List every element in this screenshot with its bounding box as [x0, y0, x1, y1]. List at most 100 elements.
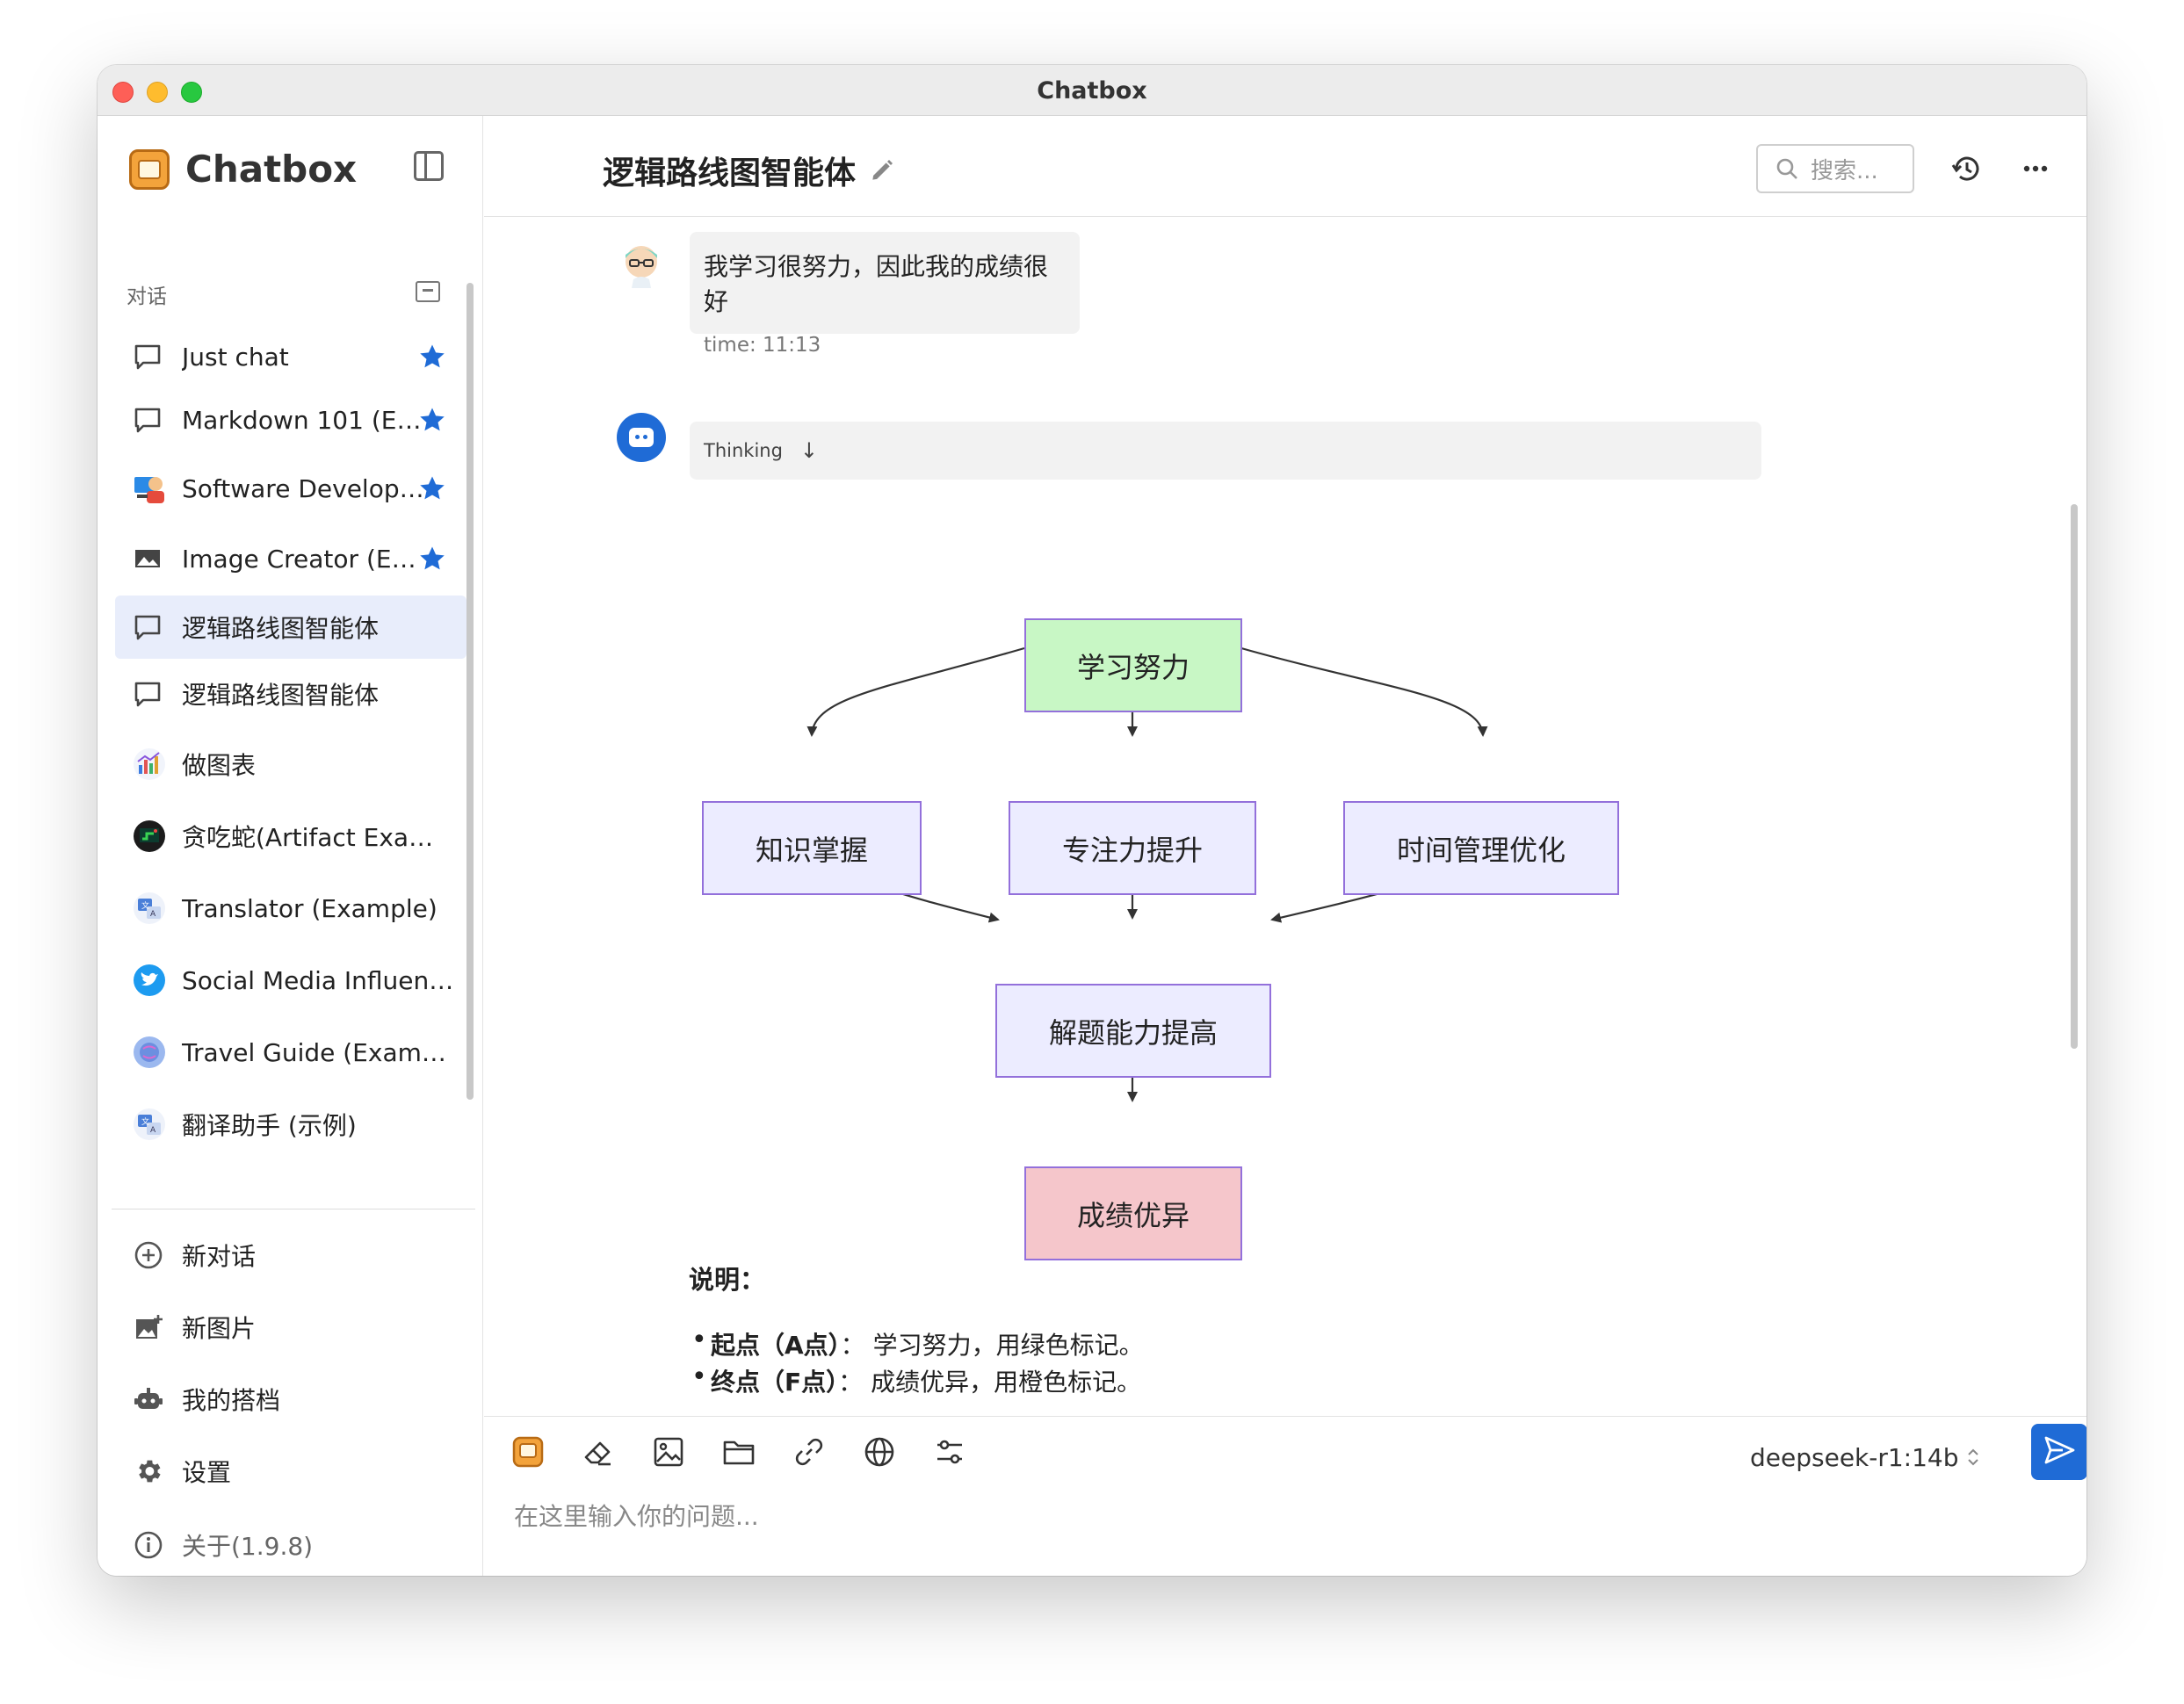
conversation-item-logic-roadmap[interactable]: 逻辑路线图智能体: [115, 662, 466, 726]
title-bar: Chatbox: [98, 65, 2086, 116]
explanation-title: 说明：: [689, 1265, 766, 1295]
bullet-term: 终点（F点）: [711, 1368, 839, 1397]
list-item: 终点（F点）： 成绩优异，用橙色标记。: [691, 1361, 1144, 1400]
chat-bubble-icon: [133, 612, 164, 644]
composer-toolbar: [509, 1433, 1001, 1471]
conversation-label: 逻辑路线图智能体: [182, 614, 380, 643]
model-name: deepseek-r1:14b: [1750, 1443, 1959, 1472]
star-icon[interactable]: [417, 473, 447, 503]
flowchart-node-problem-solving: 解题能力提高: [995, 984, 1271, 1078]
chatbox-logo-icon: [129, 148, 170, 190]
conversation-label: 逻辑路线图智能体: [182, 681, 380, 710]
menu-label: 新图片: [182, 1314, 257, 1343]
robot-icon: [133, 1383, 164, 1415]
chatbox-logo-icon[interactable]: [509, 1433, 547, 1471]
menu-label: 我的搭档: [182, 1386, 281, 1415]
conversation-label: Image Creator (Example): [182, 544, 428, 574]
collapse-sidebar-icon[interactable]: [414, 151, 444, 181]
send-button[interactable]: [2031, 1424, 2086, 1480]
brand: Chatbox: [129, 148, 357, 191]
conversation-list: Just chat Markdown 101 (Example) Softw: [115, 325, 466, 1195]
send-icon: [2042, 1433, 2077, 1471]
composer: deepseek-r1:14b 在这里输入你的问题...: [484, 1416, 2086, 1576]
conversation-item-translator[interactable]: 文A Translator (Example): [115, 877, 466, 940]
chevron-up-down-icon: [1966, 1446, 1980, 1469]
star-icon[interactable]: [417, 544, 447, 574]
conversation-item-image-creator[interactable]: Image Creator (Example): [115, 527, 466, 590]
new-image-button[interactable]: 新图片: [115, 1296, 466, 1358]
main-panel: 逻辑路线图智能体 搜索... 我学习很努力，因此我的成绩很好 time: 11:…: [484, 116, 2086, 1576]
flowchart-node-end: 成绩优异: [1024, 1166, 1242, 1260]
new-chat-button[interactable]: 新对话: [115, 1224, 466, 1286]
web-browse-icon[interactable]: [860, 1433, 899, 1471]
conversation-item-logic-roadmap-active[interactable]: 逻辑路线图智能体: [115, 596, 466, 659]
flowchart-node-focus: 专注力提升: [1009, 801, 1256, 895]
message-list: 我学习很努力，因此我的成绩很好 time: 11:13 Thinking ↓ 学…: [484, 218, 2086, 1416]
eraser-icon[interactable]: [579, 1433, 618, 1471]
twitter-avatar-icon: [133, 964, 165, 996]
archive-icon[interactable]: [416, 281, 440, 302]
image-icon: [133, 544, 164, 575]
list-item: 起点（A点）： 学习努力，用绿色标记。: [691, 1325, 1144, 1363]
search-input[interactable]: 搜索...: [1756, 144, 1914, 193]
conversation-item-just-chat[interactable]: Just chat: [115, 325, 466, 388]
my-partners-button[interactable]: 我的搭档: [115, 1368, 466, 1430]
svg-text:文: 文: [141, 900, 149, 911]
conversation-item-markdown[interactable]: Markdown 101 (Example): [115, 388, 466, 451]
conversation-label: Markdown 101 (Example): [182, 405, 428, 435]
bullet-desc: 成绩优异，用橙色标记。: [871, 1368, 1142, 1397]
settings-sliders-icon[interactable]: [930, 1433, 969, 1471]
message-input[interactable]: 在这里输入你的问题...: [514, 1498, 759, 1533]
conversation-item-charts[interactable]: 做图表: [115, 733, 466, 796]
search-icon: [1775, 157, 1798, 180]
pencil-icon[interactable]: [868, 156, 896, 184]
chart-avatar-icon: [133, 747, 165, 780]
menu-label: 设置: [182, 1458, 232, 1487]
attach-folder-icon[interactable]: [720, 1433, 758, 1471]
page-title: 逻辑路线图智能体: [603, 155, 857, 191]
conversation-label: 翻译助手 (示例): [182, 1111, 357, 1140]
flowchart-node-knowledge: 知识掌握: [702, 801, 922, 895]
window-title: Chatbox: [1037, 77, 1147, 105]
bullet-term: 起点（A点）: [711, 1331, 841, 1360]
conversation-label: Travel Guide (Example): [182, 1037, 456, 1067]
conversation-label: Software Developer (Example): [182, 473, 428, 503]
chat-bubble-icon: [133, 405, 164, 437]
attach-image-icon[interactable]: [649, 1433, 688, 1471]
flowchart-node-start: 学习努力: [1024, 618, 1242, 712]
explanation-list: 起点（A点）： 学习努力，用绿色标记。 终点（F点）： 成绩优异，用橙色标记。: [691, 1325, 1144, 1400]
messages-scrollbar[interactable]: [2071, 504, 2078, 1049]
conversation-label: 贪吃蛇(Artifact Example): [182, 823, 456, 852]
about-button[interactable]: 关于(1.9.8): [115, 1514, 466, 1576]
star-icon[interactable]: [417, 342, 447, 372]
info-icon: [133, 1529, 164, 1561]
plus-circle-icon: [133, 1239, 164, 1271]
translator-avatar-icon: 文A: [133, 892, 165, 924]
conversation-item-snake[interactable]: 贪吃蛇(Artifact Example): [115, 805, 466, 868]
more-options-icon[interactable]: [2018, 151, 2053, 186]
search-placeholder: 搜索...: [1811, 157, 1878, 184]
conversation-item-travel-guide[interactable]: Travel Guide (Example): [115, 1021, 466, 1084]
globe-avatar-icon: [133, 1036, 165, 1068]
flowchart-node-time-management: 时间管理优化: [1343, 801, 1619, 895]
conversation-item-social-media[interactable]: Social Media Influencer (Example): [115, 949, 466, 1012]
chat-bubble-icon: [133, 342, 164, 373]
menu-label: 新对话: [182, 1242, 257, 1271]
link-icon[interactable]: [790, 1433, 828, 1471]
settings-button[interactable]: 设置: [115, 1440, 466, 1502]
conversation-label: Translator (Example): [182, 893, 438, 923]
bullet-desc: 学习努力，用绿色标记。: [872, 1331, 1144, 1360]
svg-text:A: A: [150, 910, 156, 919]
conversations-section-label: 对话: [127, 285, 167, 308]
translator-avatar-icon: 文A: [133, 1108, 165, 1140]
sidebar-scrollbar[interactable]: [466, 283, 474, 1100]
conversation-label: Just chat: [182, 342, 289, 372]
main-header: 逻辑路线图智能体 搜索...: [484, 116, 2086, 217]
bullet-sep: ：: [838, 1368, 864, 1397]
snake-game-avatar-icon: [133, 820, 165, 852]
star-icon[interactable]: [417, 405, 447, 435]
model-selector[interactable]: deepseek-r1:14b: [1750, 1443, 1980, 1472]
conversation-item-translation-assistant[interactable]: 文A 翻译助手 (示例): [115, 1093, 466, 1156]
conversation-item-software-developer[interactable]: Software Developer (Example): [115, 457, 466, 520]
history-icon[interactable]: [1949, 151, 1985, 186]
